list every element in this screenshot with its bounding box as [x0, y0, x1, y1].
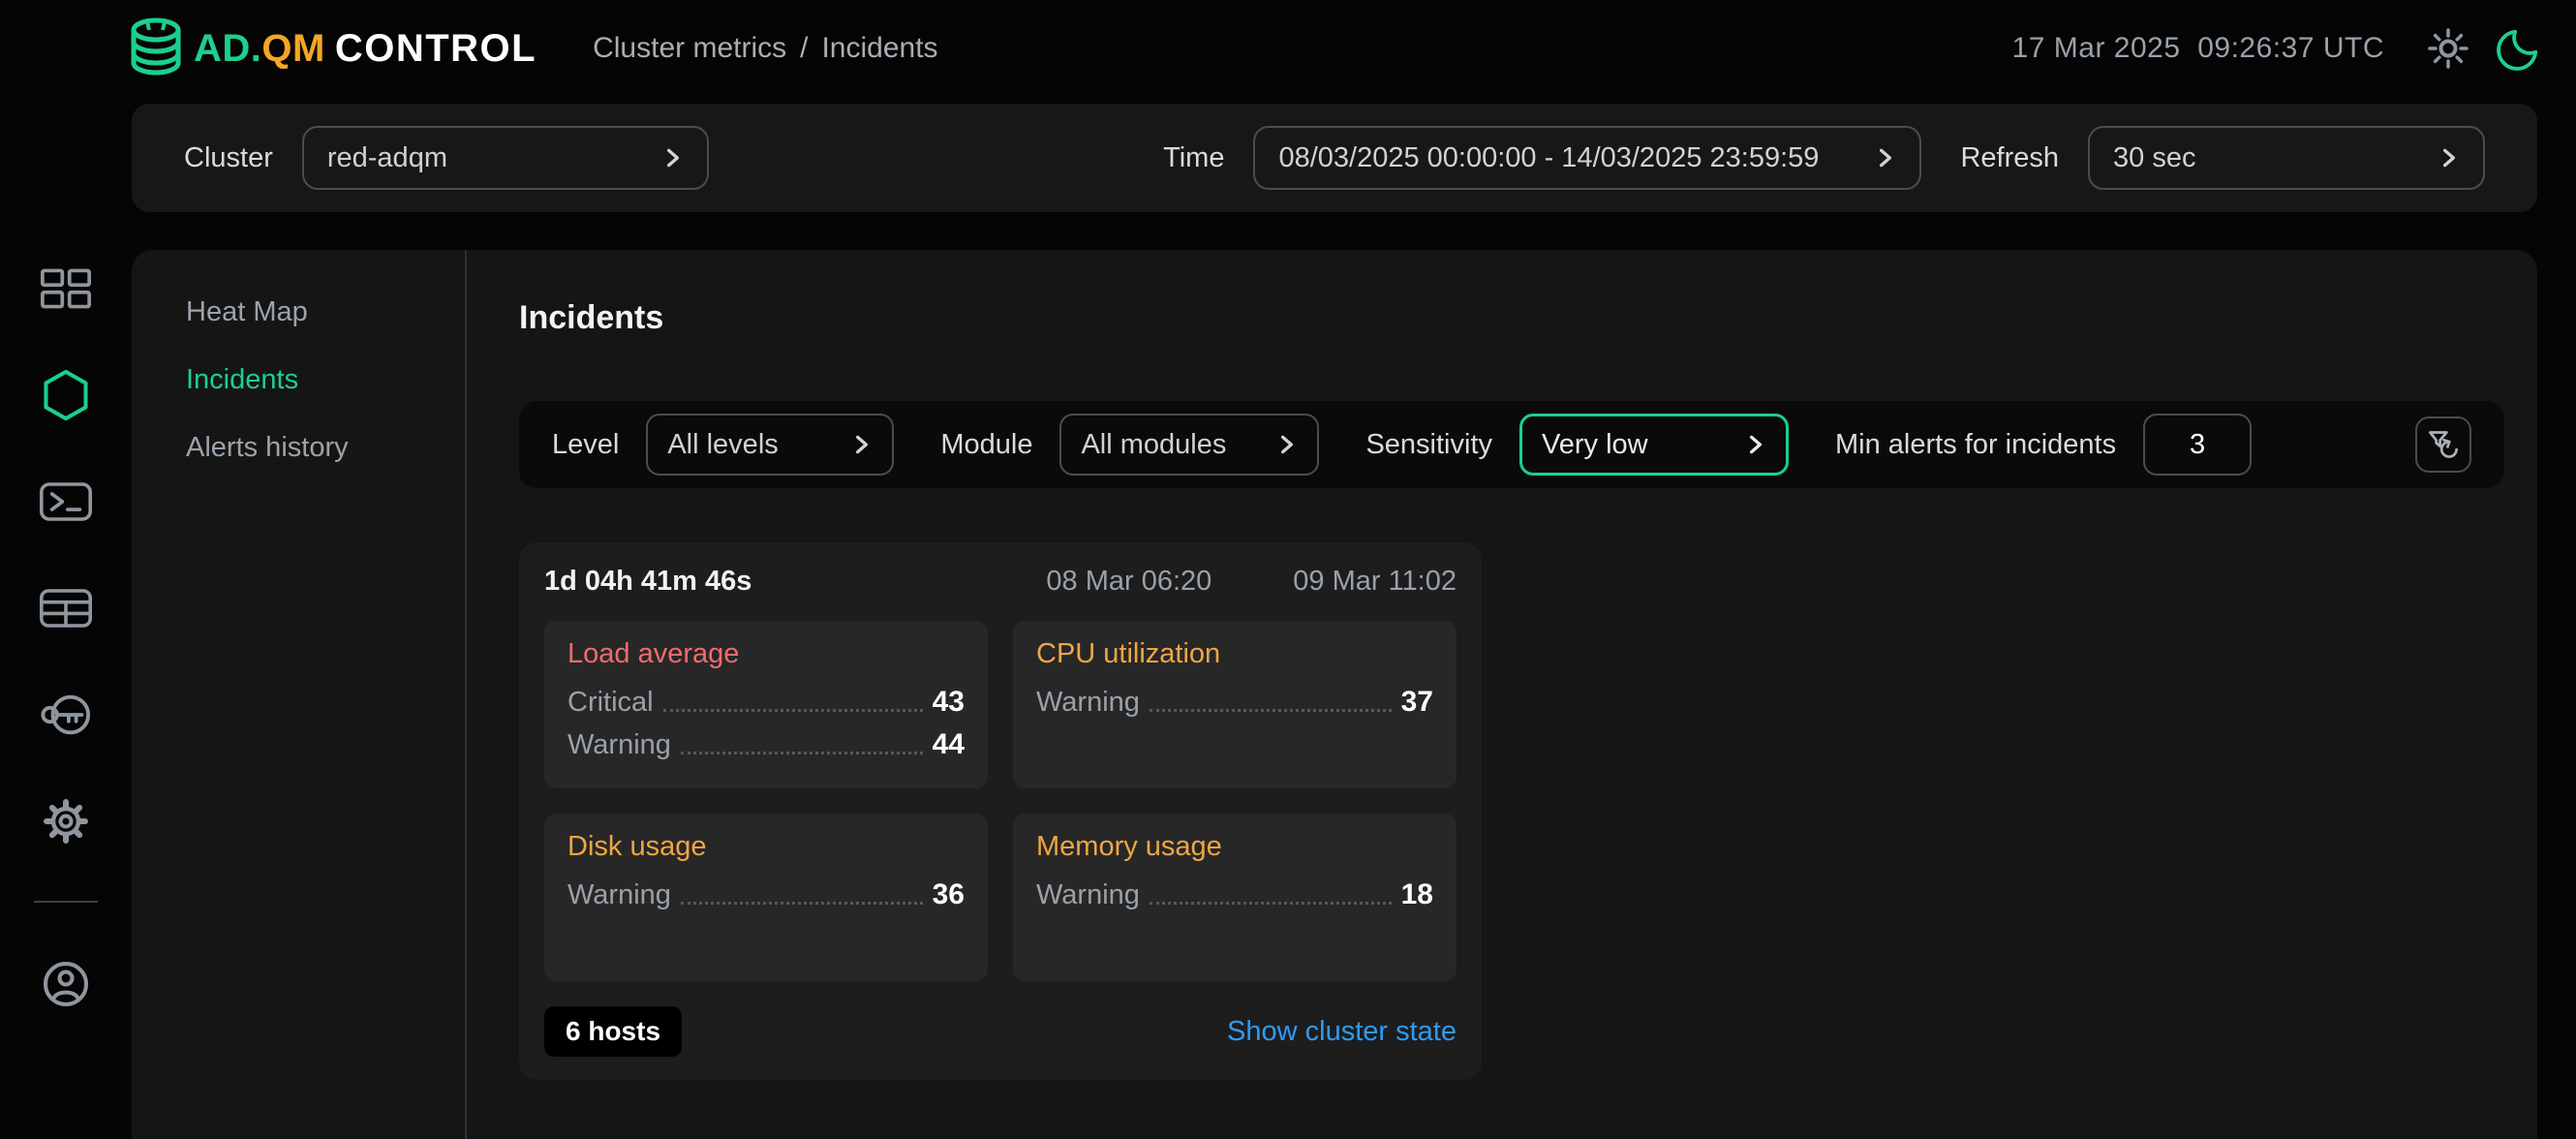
sidebar-item-access-keys[interactable] [35, 684, 97, 746]
incident-duration: 1d 04h 41m 46s [544, 566, 751, 598]
level-label: Level [552, 429, 619, 461]
incident-start-time: 08 Mar 06:20 [1046, 566, 1211, 598]
incident-end-time: 09 Mar 11:02 [1293, 566, 1457, 598]
metric-tile-load-average: Load average Critical 43 Warning 44 [544, 621, 988, 788]
metric-tile-cpu-utilization: CPU utilization Warning 37 [1013, 621, 1457, 788]
dark-theme-button[interactable] [2497, 26, 2541, 71]
module-select[interactable]: All modules [1059, 414, 1319, 476]
breadcrumb-section[interactable]: Cluster metrics [593, 32, 786, 65]
metric-tile-disk-usage: Disk usage Warning 36 [544, 814, 988, 981]
min-alerts-group: Min alerts for incidents [1835, 414, 2252, 476]
subnav-item-incidents[interactable]: Incidents [186, 364, 465, 396]
incident-card-header: 1d 04h 41m 46s 08 Mar 06:20 09 Mar 11:02 [544, 566, 1457, 598]
subnav-item-heat-map[interactable]: Heat Map [186, 296, 465, 328]
chevron-right-icon [1875, 146, 1896, 169]
breadcrumb-separator: / [800, 32, 808, 65]
logo[interactable]: AD.QMCONTROL [126, 15, 537, 81]
metric-tiles: Load average Critical 43 Warning 44 [544, 621, 1457, 981]
chevron-right-icon [662, 146, 684, 169]
sidebar-item-cluster-metrics[interactable] [35, 364, 97, 426]
sensitivity-label: Sensitivity [1365, 429, 1492, 461]
tile-title: Disk usage [567, 831, 965, 863]
sidebar-item-dashboard[interactable] [35, 258, 97, 320]
logo-text: AD.QMCONTROL [194, 27, 537, 71]
metric-tile-memory-usage: Memory usage Warning 18 [1013, 814, 1457, 981]
tile-row: Warning 18 [1036, 878, 1433, 911]
incidents-filter-row: Level All levels Module All modules [519, 401, 2504, 488]
min-alerts-input[interactable] [2143, 414, 2252, 476]
tile-title: CPU utilization [1036, 638, 1433, 670]
dotted-leader [681, 752, 923, 754]
sensitivity-filter-group: Sensitivity Very low [1365, 414, 1789, 476]
tile-row: Warning 37 [1036, 686, 1433, 719]
sensitivity-select[interactable]: Very low [1519, 414, 1789, 476]
content: Heat Map Incidents Alerts history Incide… [0, 250, 2576, 1139]
rail-divider [34, 901, 98, 903]
main-panel: Heat Map Incidents Alerts history Incide… [132, 250, 2537, 1139]
topbar: AD.QMCONTROL Cluster metrics / Incidents… [0, 0, 2576, 97]
chevron-right-icon [2438, 146, 2460, 169]
page-title: Incidents [519, 298, 2504, 337]
tile-title: Load average [567, 638, 965, 670]
incident-card: 1d 04h 41m 46s 08 Mar 06:20 09 Mar 11:02… [519, 542, 1482, 1080]
terminal-icon [40, 482, 92, 521]
show-cluster-state-link[interactable]: Show cluster state [1227, 1016, 1457, 1048]
breadcrumb-page: Incidents [821, 32, 937, 65]
incidents-section: Incidents Level All levels Module All mo [467, 250, 2537, 1139]
cluster-label: Cluster [184, 142, 273, 174]
reset-filters-button[interactable] [2415, 416, 2471, 473]
refresh-select[interactable]: 30 sec [2088, 126, 2485, 190]
chevron-right-icon [851, 433, 873, 456]
breadcrumb: Cluster metrics / Incidents [593, 32, 937, 65]
cluster-select[interactable]: red-adqm [302, 126, 709, 190]
section-nav: Heat Map Incidents Alerts history [132, 250, 465, 1139]
time-refresh-group: Time 08/03/2025 00:00:00 - 14/03/2025 23… [1163, 126, 2485, 190]
time-range-select[interactable]: 08/03/2025 00:00:00 - 14/03/2025 23:59:5… [1253, 126, 1921, 190]
tile-row: Warning 36 [567, 878, 965, 911]
data-table-icon [40, 589, 92, 628]
dotted-leader [663, 709, 923, 712]
topbar-right: 17 Mar 2025 09:26:37 UTC [2012, 25, 2541, 72]
sidebar-item-tables[interactable] [35, 577, 97, 639]
refresh-label: Refresh [1960, 142, 2059, 174]
module-filter-group: Module All modules [940, 414, 1319, 476]
hosts-count-badge: 6 hosts [544, 1006, 682, 1057]
module-label: Module [940, 429, 1032, 461]
sidebar-item-terminal[interactable] [35, 471, 97, 533]
icon-rail [0, 250, 132, 1139]
user-account-icon [43, 961, 89, 1007]
dashboard-grid-icon [41, 268, 91, 309]
cluster-filter-group: Cluster red-adqm [184, 126, 709, 190]
sun-icon [2425, 25, 2471, 72]
tile-title: Memory usage [1036, 831, 1433, 863]
settings-gear-icon [43, 798, 89, 845]
level-select[interactable]: All levels [646, 414, 894, 476]
utc-clock: 17 Mar 2025 09:26:37 UTC [2012, 32, 2384, 65]
light-theme-button[interactable] [2425, 25, 2471, 72]
moon-icon [2497, 26, 2541, 71]
incident-card-footer: 6 hosts Show cluster state [544, 1006, 1457, 1057]
subnav-item-alerts-history[interactable]: Alerts history [186, 432, 465, 464]
filter-reset-icon [2427, 428, 2460, 461]
chevron-right-icon [1276, 433, 1298, 456]
dotted-leader [1150, 709, 1392, 712]
dotted-leader [1150, 902, 1392, 905]
chevron-right-icon [1745, 433, 1766, 456]
tile-row: Critical 43 [567, 686, 965, 719]
access-key-icon [40, 693, 92, 736]
tile-row: Warning 44 [567, 728, 965, 761]
min-alerts-label: Min alerts for incidents [1835, 429, 2116, 461]
database-logo-icon [126, 15, 186, 81]
global-filter-bar: Cluster red-adqm Time 08/03/2025 00:00:0… [132, 104, 2537, 212]
cluster-hexagon-icon [42, 369, 90, 421]
level-filter-group: Level All levels [552, 414, 894, 476]
sidebar-item-settings[interactable] [35, 790, 97, 852]
dotted-leader [681, 902, 923, 905]
time-label: Time [1163, 142, 1224, 174]
sidebar-item-account[interactable] [35, 953, 97, 1015]
